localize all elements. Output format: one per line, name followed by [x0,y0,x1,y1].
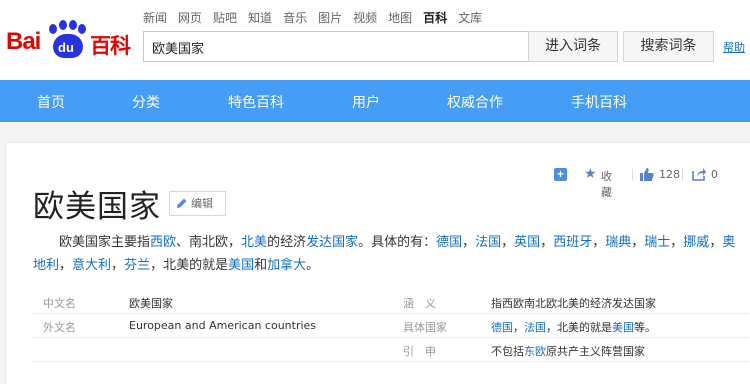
navbar-item[interactable]: 首页 [37,92,65,112]
text-segment: ， [513,321,524,334]
topnav-item[interactable]: 知道 [248,11,272,25]
text-segment: ， [462,235,476,250]
text-link[interactable]: 法国 [475,235,501,250]
thumbs-up-icon[interactable] [640,168,654,181]
text-segment: ，北美的就是 [546,321,612,334]
enter-entry-button[interactable]: 进入词条 [528,31,618,62]
info-value: 德国，法国，北美的就是美国等。 [491,319,656,335]
edit-button[interactable]: 编辑 [169,191,226,216]
divider [682,169,683,181]
topnav-item[interactable]: 图片 [318,11,342,25]
navbar-item[interactable]: 用户 [352,92,380,112]
edit-label: 编辑 [191,197,213,210]
text-segment: ， [631,235,645,250]
text-segment: ，北美的就是 [150,258,229,273]
share-count: 0 [711,168,718,181]
navbar-item[interactable]: 手机百科 [571,92,627,112]
share-icon[interactable] [692,167,706,181]
text-segment: ， [111,258,125,273]
summary-paragraph: 欧美国家主要指西欧、南北欧，北美的经济发达国家。具体的有：德国，法国，英国，西班… [33,231,739,277]
text-segment: 欧美国家主要指 [59,235,151,250]
logo-du-text: du [58,40,74,55]
star-icon[interactable]: ★ [584,166,597,182]
info-key: 外文名 [43,321,76,334]
text-link[interactable]: 意大利 [72,258,111,273]
text-link[interactable]: 瑞典 [605,235,631,250]
paw-icon: du [47,20,87,58]
divider [632,169,633,181]
text-segment: 原共产主义阵营国家 [546,345,645,358]
like-count: 128 [659,168,680,181]
info-key: 具体国家 [403,321,447,334]
text-link[interactable]: 芬兰 [124,258,150,273]
search-entry-button[interactable]: 搜索词条 [623,31,714,62]
topnav-item[interactable]: 贴吧 [213,11,237,25]
text-segment: ， [670,235,684,250]
page-title: 欧美国家 [33,189,161,225]
navbar-item[interactable]: 权威合作 [447,92,503,112]
info-value: 欧美国家 [129,295,173,311]
text-link[interactable]: 北美 [241,235,267,250]
text-link[interactable]: 西欧 [150,235,176,250]
text-link[interactable]: 法国 [524,321,546,334]
help-link[interactable]: 帮助 [723,39,745,55]
text-segment: 、南北欧， [176,235,242,250]
logo-bai-text: Bai [6,28,41,55]
info-row: 外文名 European and American countries 具体国家 德国… [33,314,750,338]
text-segment: ， [501,235,515,250]
text-segment: 指西欧南北欧北美的经济发达国家 [491,297,656,310]
info-value: European and American countries [129,319,316,332]
text-segment: 和 [254,258,268,273]
text-segment: 。具体的有： [358,235,437,250]
basic-info-table: 中文名 欧美国家 涵 义 指西欧南北欧北美的经济发达国家外文名 European and… [33,290,750,362]
info-value: 指西欧南北欧北美的经济发达国家 [491,295,656,311]
main-navbar: 首页 分类 特色百科 用户 权威合作 手机百科 [0,80,750,122]
favorite-button[interactable]: 收藏 [601,168,612,200]
info-row: 中文名 欧美国家 涵 义 指西欧南北欧北美的经济发达国家 [33,290,750,314]
text-link[interactable]: 发达国家 [306,235,358,250]
text-segment: ， [540,235,554,250]
text-link[interactable]: 瑞士 [644,235,670,250]
top-nav: 新闻 网页 贴吧 知道 音乐 图片 视频 地图 百科 文库 [143,9,493,26]
text-link[interactable]: 西班牙 [553,235,592,250]
text-segment: ， [592,235,606,250]
navbar-item[interactable]: 分类 [132,92,160,112]
text-segment: 不包括 [491,345,524,358]
topnav-item[interactable]: 文库 [458,11,482,25]
add-icon[interactable]: + [554,168,567,181]
topnav-item[interactable]: 视频 [353,11,377,25]
topnav-item[interactable]: 地图 [388,11,412,25]
text-segment: ， [709,235,723,250]
header: Bai du 百科 新闻 网页 贴吧 知道 音乐 图片 视频 地图 百科 文库 欧美国家 进入词条… [0,0,750,80]
text-segment: European and American countries [129,319,317,332]
topnav-item[interactable]: 音乐 [283,11,307,25]
article-content: + ★ 收藏 128 0 欧美国家 编辑 欧美国家主要指西欧、南北欧，北美的经济… [5,142,750,384]
pencil-icon [177,198,187,208]
topnav-item[interactable]: 新闻 [143,11,167,25]
search-input[interactable]: 欧美国家 [143,31,529,62]
info-key: 引 申 [403,345,436,358]
topnav-item[interactable]: 网页 [178,11,202,25]
text-link[interactable]: 德国 [436,235,462,250]
baidu-baike-logo[interactable]: Bai du 百科 [6,18,134,62]
text-link[interactable]: 东欧 [524,345,546,358]
info-value: 不包括东欧原共产主义阵营国家 [491,343,645,359]
text-link[interactable]: 美国 [612,321,634,334]
navbar-item[interactable]: 特色百科 [228,92,284,112]
text-segment: 等。 [634,321,656,334]
info-row: 引 申 不包括东欧原共产主义阵营国家 [33,338,750,362]
info-key: 中文名 [43,297,76,310]
text-link[interactable]: 挪威 [683,235,709,250]
text-segment: 欧美国家 [129,297,173,310]
text-segment: ， [59,258,73,273]
info-key: 涵 义 [403,297,436,310]
text-link[interactable]: 美国 [228,258,254,273]
logo-baike-text: 百科 [90,34,131,58]
text-link[interactable]: 德国 [491,321,513,334]
text-segment: 的经济 [267,235,307,250]
topnav-item[interactable]: 百科 [423,11,447,25]
text-segment: 。 [306,258,320,273]
text-link[interactable]: 英国 [514,235,540,250]
text-link[interactable]: 加拿大 [267,258,306,273]
